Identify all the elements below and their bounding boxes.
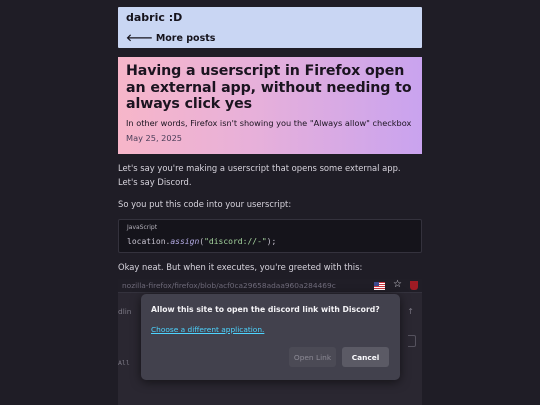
open-link-button[interactable]: Open Link	[289, 347, 336, 367]
code-line: location.assign("discord://-");	[127, 237, 413, 247]
paragraph-intro: Let's say you're making a userscript tha…	[118, 163, 401, 187]
code-language-label: JavaScript	[127, 224, 158, 231]
star-icon: ☆	[393, 279, 402, 290]
paragraph-code-intro: So you put this code into your userscrip…	[118, 199, 292, 209]
dialog-buttons: Open Link Cancel	[289, 347, 389, 367]
post-hero: Having a userscript in Firefox open an e…	[118, 57, 422, 154]
screenshot-side-frame	[408, 335, 416, 347]
arrow-left-icon: 🡐	[126, 33, 153, 44]
open-app-dialog: Allow this site to open the discord link…	[141, 294, 400, 380]
screenshot-row-text: dlin	[118, 307, 132, 316]
more-posts-label: More posts	[155, 33, 216, 44]
more-posts-link[interactable]: 🡐 More posts	[126, 33, 414, 45]
code-token-method: assign	[170, 237, 200, 246]
screenshot-toolbar-icons: ☆	[374, 280, 418, 290]
choose-application-link[interactable]: Choose a different application.	[151, 325, 264, 335]
screenshot-row-code: All	[118, 359, 130, 367]
post-date: May 25, 2025	[126, 132, 182, 143]
screenshot-url-text: nozilla-firefox/firefox/blob/acf0ca29658…	[122, 281, 336, 290]
cancel-button[interactable]: Cancel	[342, 347, 389, 367]
code-token-string: "discord://-"	[204, 237, 267, 246]
post-title: Having a userscript in Firefox open an e…	[126, 63, 412, 112]
ublock-icon	[410, 281, 418, 290]
dialog-title: Allow this site to open the discord link…	[151, 305, 380, 314]
code-token-close: );	[266, 237, 277, 246]
code-token-object: location	[127, 237, 166, 246]
us-flag-icon	[374, 282, 386, 290]
post-subtitle: In other words, Firefox isn't showing yo…	[126, 117, 412, 128]
screenshot-url-bar: nozilla-firefox/firefox/blob/acf0ca29658…	[118, 279, 422, 293]
site-title[interactable]: dabric :D	[126, 11, 414, 25]
arrow-up-icon: ↑	[407, 307, 414, 316]
site-header: dabric :D 🡐 More posts	[118, 7, 422, 48]
paragraph-greeting: Okay neat. But when it executes, you're …	[118, 262, 363, 272]
code-block: JavaScript location.assign("discord://-"…	[118, 219, 422, 253]
